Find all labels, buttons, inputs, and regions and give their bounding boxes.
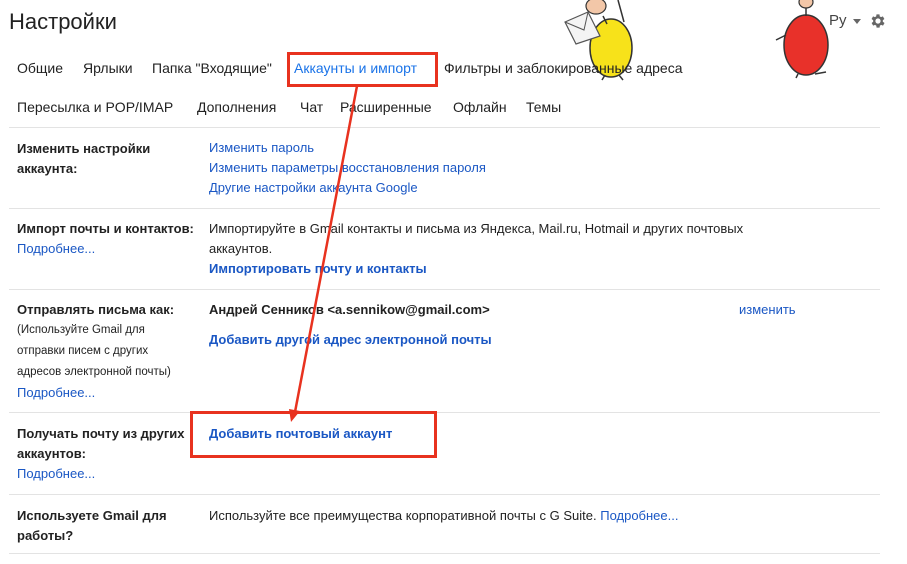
annotation-highlight-add-account: [190, 411, 437, 458]
send-as-more-link[interactable]: Подробнее...: [17, 383, 95, 403]
divider: [9, 208, 880, 209]
import-more-link[interactable]: Подробнее...: [17, 239, 95, 259]
import-mail-contacts-link[interactable]: Импортировать почту и контакты: [209, 259, 427, 279]
divider: [9, 494, 880, 495]
tab-filters[interactable]: Фильтры и заблокированные адреса: [444, 60, 683, 76]
change-recovery-link[interactable]: Изменить параметры восстановления пароля: [209, 158, 486, 178]
tab-themes[interactable]: Темы: [526, 99, 561, 115]
tab-inbox[interactable]: Папка "Входящие": [152, 60, 272, 76]
language-selector[interactable]: Ру: [829, 12, 847, 29]
tab-labels[interactable]: Ярлыки: [83, 60, 133, 76]
account-settings-label: Изменить настройки аккаунта:: [17, 141, 151, 176]
edit-address-link[interactable]: изменить: [739, 300, 796, 320]
divider: [9, 553, 880, 554]
add-email-address-link[interactable]: Добавить другой адрес электронной почты: [209, 330, 492, 350]
gsuite-more-link[interactable]: Подробнее...: [600, 508, 678, 523]
gmail-for-work-label: Используете Gmail для работы?: [17, 508, 167, 543]
tab-chat[interactable]: Чат: [300, 99, 323, 115]
change-password-link[interactable]: Изменить пароль: [209, 138, 314, 158]
send-as-hint: (Используйте Gmail для отправки писем с …: [17, 324, 171, 378]
caret-down-icon[interactable]: [853, 19, 861, 24]
import-label: Импорт почты и контактов:: [17, 221, 194, 236]
import-description: Импортируйте в Gmail контакты и письма и…: [209, 221, 744, 256]
tab-offline[interactable]: Офлайн: [453, 99, 507, 115]
divider: [9, 412, 880, 413]
fetch-more-link[interactable]: Подробнее...: [17, 464, 95, 484]
annotation-highlight-tab: [287, 52, 438, 87]
tab-addons[interactable]: Дополнения: [197, 99, 276, 115]
tab-forwarding[interactable]: Пересылка и POP/IMAP: [17, 99, 173, 115]
fetch-mail-label: Получать почту из других аккаунтов:: [17, 426, 185, 461]
gsuite-description: Используйте все преимущества корпоративн…: [209, 508, 679, 523]
mascot-red-icon: [775, 0, 829, 79]
send-as-label: Отправлять письма как:: [17, 302, 175, 317]
divider: [9, 289, 880, 290]
send-as-address: Андрей Сенников <a.sennikow@gmail.com>: [209, 302, 490, 317]
mascot-illustrations: [564, 0, 829, 81]
tab-general[interactable]: Общие: [17, 60, 63, 76]
divider: [9, 127, 880, 128]
google-account-settings-link[interactable]: Другие настройки аккаунта Google: [209, 178, 418, 198]
tab-advanced[interactable]: Расширенные: [340, 99, 432, 115]
gear-icon[interactable]: [869, 12, 887, 30]
